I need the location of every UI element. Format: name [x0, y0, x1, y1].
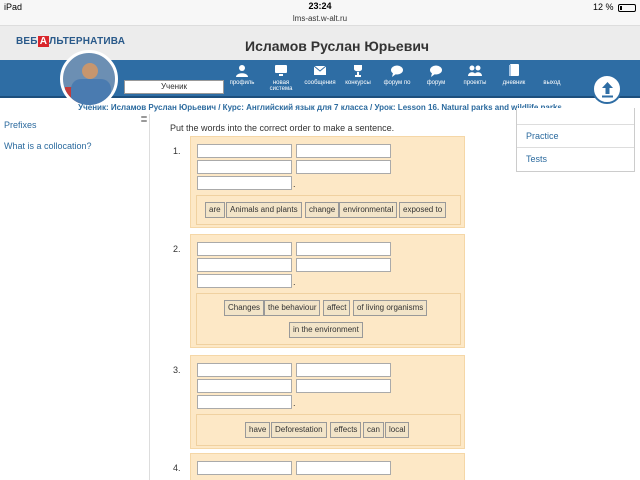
- battery-percent: 12 %: [592, 2, 614, 12]
- scroll-to-top-button[interactable]: [592, 74, 622, 104]
- word-chip[interactable]: in the environment: [289, 322, 363, 338]
- nav-label: конкурсы: [345, 80, 371, 86]
- battery-indicator: 12 %: [593, 2, 636, 12]
- nav-label: форум: [426, 80, 446, 86]
- question-panel: . Changes the behaviour affect of living…: [190, 234, 465, 348]
- nav-label: дневник: [502, 80, 526, 86]
- answer-slot[interactable]: [197, 379, 292, 393]
- sentence-period: .: [293, 398, 296, 408]
- nav-item-profile[interactable]: профиль: [222, 64, 262, 86]
- nav-item-diary[interactable]: дневник: [494, 64, 534, 86]
- nav-item-messages[interactable]: сообщения: [300, 64, 340, 86]
- answer-slot[interactable]: [197, 274, 292, 288]
- answer-slot[interactable]: [296, 144, 391, 158]
- people-icon: [468, 65, 482, 76]
- word-chip[interactable]: environmental: [339, 202, 398, 218]
- trophy-icon: [354, 65, 362, 77]
- word-chip[interactable]: are: [205, 202, 225, 218]
- monitor-icon: [275, 65, 287, 76]
- nav-item-forum[interactable]: форум: [416, 64, 456, 86]
- question-panel: [190, 453, 465, 480]
- book-icon: [509, 64, 519, 76]
- nav-item-forum-by[interactable]: форум по: [377, 64, 417, 86]
- word-chip[interactable]: have: [245, 422, 271, 438]
- nav-item-new-system[interactable]: новая система: [261, 64, 301, 92]
- nav-item-contests[interactable]: конкурсы: [338, 64, 378, 86]
- answer-slot[interactable]: [197, 363, 292, 377]
- sentence-period: .: [293, 179, 296, 189]
- sidebar-link-collocation[interactable]: What is a collocation?: [4, 141, 92, 151]
- sidebar-scroll-handle[interactable]: [141, 116, 147, 126]
- right-sidebar: Practice Tests: [516, 108, 635, 172]
- word-chip[interactable]: can: [363, 422, 384, 438]
- question-number: 3.: [173, 365, 181, 375]
- nav-item-exit[interactable]: выход: [532, 64, 572, 86]
- user-icon: [236, 65, 248, 77]
- word-chip[interactable]: exposed to: [399, 202, 447, 218]
- answer-slot[interactable]: [197, 242, 292, 256]
- question-panel: . are Animals and plants change environm…: [190, 136, 465, 228]
- answer-slot[interactable]: [197, 258, 292, 272]
- sentence-period: .: [293, 277, 296, 287]
- word-chip[interactable]: the behaviour: [264, 300, 321, 316]
- envelope-icon: [313, 65, 327, 75]
- answer-slot[interactable]: [197, 160, 292, 174]
- ios-status-bar: iPad 23:24 12 %: [0, 0, 640, 14]
- answer-slot[interactable]: [197, 461, 292, 475]
- nav-item-projects[interactable]: проекты: [455, 64, 495, 86]
- nav-label: профиль: [229, 80, 255, 86]
- url-bar[interactable]: lms-ast.w-alt.ru: [0, 14, 640, 26]
- clock: 23:24: [308, 1, 332, 11]
- avatar[interactable]: [60, 50, 118, 108]
- answer-slot[interactable]: [296, 160, 391, 174]
- sidebar-item-tests[interactable]: Tests: [517, 147, 634, 170]
- answer-slot[interactable]: [197, 176, 292, 190]
- sidebar-link-prefixes[interactable]: Prefixes: [4, 120, 37, 130]
- question-number: 4.: [173, 463, 181, 473]
- logo-text-1: ВЕБ: [16, 36, 38, 47]
- nav-label: выход: [543, 80, 561, 86]
- word-chip[interactable]: of living organisms: [353, 300, 428, 316]
- answer-slot[interactable]: [296, 242, 391, 256]
- sidebar-item-practice[interactable]: Practice: [517, 124, 634, 147]
- site-logo[interactable]: ВЕБ А ЛЬТЕРНАТИВА: [16, 36, 125, 47]
- answer-slot[interactable]: [296, 363, 391, 377]
- word-chip[interactable]: Changes: [224, 300, 265, 316]
- chat-icon: [391, 65, 403, 77]
- battery-icon: [618, 3, 636, 12]
- exit-icon: [545, 64, 559, 77]
- nav-label: проекты: [463, 80, 487, 86]
- url-text: lms-ast.w-alt.ru: [292, 14, 348, 23]
- answer-slot[interactable]: [296, 379, 391, 393]
- word-chip[interactable]: effects: [330, 422, 362, 438]
- word-bank: are Animals and plants change environmen…: [196, 195, 461, 225]
- nav-label: сообщения: [304, 80, 336, 86]
- word-chip[interactable]: change: [305, 202, 340, 218]
- word-bank: Changes the behaviour affect of living o…: [196, 293, 461, 345]
- answer-slot[interactable]: [197, 395, 292, 409]
- nav-label: форум по: [383, 80, 411, 86]
- answer-slot[interactable]: [296, 258, 391, 272]
- word-chip[interactable]: Animals and plants: [226, 202, 302, 218]
- chat-icon: [430, 65, 442, 77]
- word-chip[interactable]: affect: [323, 300, 351, 316]
- nav-label: новая система: [269, 80, 293, 92]
- answer-slot[interactable]: [296, 461, 391, 475]
- logo-text-3: ЛЬТЕРНАТИВА: [49, 36, 126, 47]
- role-badge: Ученик: [124, 80, 224, 94]
- user-name: Исламов Руслан Юрьевич: [245, 38, 430, 54]
- word-bank: have Deforestation effects can local: [196, 414, 461, 446]
- word-chip[interactable]: Deforestation: [271, 422, 327, 438]
- question-number: 1.: [173, 146, 181, 156]
- logo-text-2: А: [37, 36, 50, 47]
- left-sidebar: Prefixes What is a collocation?: [0, 114, 150, 480]
- question-panel: . have Deforestation effects can local: [190, 355, 465, 449]
- word-chip[interactable]: local: [385, 422, 410, 438]
- exercise-instruction: Put the words into the correct order to …: [170, 123, 395, 133]
- question-number: 2.: [173, 244, 181, 254]
- answer-slot[interactable]: [197, 144, 292, 158]
- arrow-up-icon: [602, 82, 613, 98]
